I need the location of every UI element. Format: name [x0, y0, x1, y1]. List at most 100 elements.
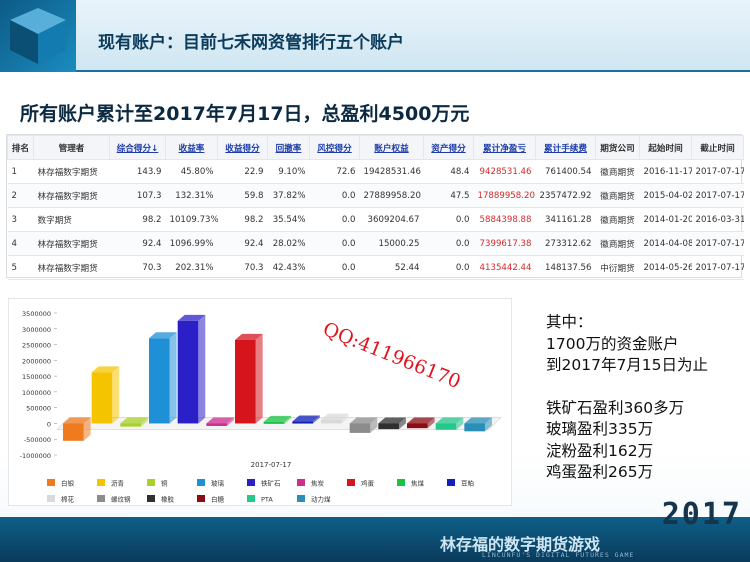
- legend-swatch-10: [97, 495, 105, 502]
- y-tick-label: -1000000: [20, 452, 51, 460]
- legend-swatch-3: [197, 479, 205, 486]
- bar-14: [464, 423, 485, 432]
- table-cell: 273312.62: [535, 231, 596, 256]
- table-cell: 徽商期货: [595, 183, 640, 208]
- table-header-row: 排名 管理者 综合得分↓ 收益率 收益得分 回撤率 风控得分 账户权益 资产得分…: [7, 135, 744, 160]
- bar-10: [349, 423, 371, 433]
- table-cell: 0.0: [309, 255, 360, 280]
- legend-label-0: 白银: [61, 479, 75, 488]
- table-row: 4 林存福数字期货 92.4 1096.99% 92.4 28.02% 0.0 15000.2…: [7, 231, 744, 256]
- legend-swatch-0: [47, 479, 55, 486]
- col-return-rate[interactable]: 收益率: [165, 135, 218, 160]
- bar-5: [206, 423, 227, 426]
- note-line: 鸡蛋盈利265万: [546, 463, 654, 481]
- table-cell: 2017-07-17: [691, 183, 744, 208]
- y-tick-label: 3500000: [22, 310, 51, 318]
- table-cell: 10109.73%: [165, 207, 218, 232]
- bar-side-6: [255, 333, 263, 424]
- legend-swatch-8: [447, 479, 455, 486]
- table-cell: 2017-07-17: [691, 255, 744, 280]
- table-cell: 143.9: [109, 159, 166, 184]
- table-cell: 林存福数字期货: [33, 255, 110, 280]
- brand-subtitle: LINCUNFU'S DIGITAL FUTURES GAME: [482, 551, 635, 559]
- y-tick-label: 500000: [26, 405, 51, 413]
- legend-label-14: 动力煤: [311, 495, 331, 504]
- chart-svg: 3500000 3000000 2500000 2000000 1500000 10000…: [20, 310, 502, 504]
- legend-label-3: 玻璃: [211, 479, 225, 488]
- y-tick-label: 2000000: [22, 357, 51, 365]
- table-cell: 林存福数字期货: [33, 159, 110, 184]
- slide-subtitle: 所有账户累计至2017年7月17日，总盈利4500万元: [20, 103, 470, 125]
- col-drawdown[interactable]: 回撤率: [267, 135, 310, 160]
- table-cell: 132.31%: [165, 183, 218, 208]
- table-row: 3 数字期货 98.2 10109.73% 98.2 35.54% 0.0 3609204.6…: [7, 207, 744, 232]
- table-cell: 2017-07-17: [691, 231, 744, 256]
- col-risk-score[interactable]: 风控得分: [309, 135, 360, 160]
- table-cell: 中衍期货: [595, 255, 640, 280]
- legend-label-6: 鸡蛋: [361, 479, 375, 488]
- note-line: 1700万的资金账户: [546, 334, 679, 353]
- legend-label-11: 橡胶: [161, 495, 175, 504]
- bar-12: [407, 423, 428, 429]
- table-cell: 35.54%: [267, 207, 310, 232]
- legend-swatch-11: [147, 495, 155, 502]
- note-line: 铁矿石盈利360多万: [546, 398, 685, 417]
- y-tick-label: 0: [47, 420, 51, 428]
- table-cell: 47.5: [423, 183, 474, 208]
- legend-swatch-7: [397, 479, 405, 486]
- header-bar: 现有账户：目前七禾网资管排行五个账户: [0, 0, 750, 72]
- table-row: 1 林存福数字期货 143.9 45.80% 22.9 9.10% 72.6 19428531…: [7, 159, 744, 184]
- table-cell: 98.2: [217, 207, 268, 232]
- bar-4: [177, 320, 199, 424]
- bar-9: [321, 419, 342, 424]
- table-cell: 2357472.92: [535, 183, 596, 208]
- legend-swatch-12: [197, 495, 205, 502]
- table-cell: 9.10%: [267, 159, 310, 184]
- y-tick-label: 3000000: [22, 326, 51, 334]
- bar-11: [378, 423, 399, 430]
- table-cell: 2014-01-20: [639, 207, 692, 232]
- table-cell: 2016-11-17: [639, 159, 692, 184]
- table-cell: 15000.25: [359, 231, 424, 256]
- bar-side-1: [112, 366, 120, 424]
- legend-label-9: 棉花: [61, 495, 75, 504]
- legend-label-8: 豆粕: [461, 479, 474, 488]
- table-cell: 徽商期货: [595, 207, 640, 232]
- legend-swatch-6: [347, 479, 355, 486]
- col-total-score[interactable]: 综合得分↓: [109, 135, 166, 160]
- brand-year: 2017: [661, 497, 742, 532]
- notes-text: 其中： 1700万的资金账户 到2017年7月15日为止 铁矿石盈利360多万 …: [546, 312, 708, 484]
- table-cell: 28.02%: [267, 231, 310, 256]
- table-cell: 3609204.67: [359, 207, 424, 232]
- legend-label-5: 焦炭: [311, 479, 325, 488]
- legend-swatch-13: [247, 495, 255, 502]
- table-cell: 1096.99%: [165, 231, 218, 256]
- table-cell: 2014-04-08: [639, 231, 692, 256]
- legend-label-2: 铜: [161, 479, 168, 488]
- col-net-pnl[interactable]: 累计净盈亏: [473, 135, 536, 160]
- table-cell: 3: [7, 207, 34, 232]
- col-equity[interactable]: 账户权益: [359, 135, 424, 160]
- table-cell: 202.31%: [165, 255, 218, 280]
- bar-2: [120, 423, 141, 427]
- y-tick-label: 2500000: [22, 342, 51, 350]
- note-line: 玻璃盈利335万: [546, 420, 654, 438]
- table-cell: 数字期货: [33, 207, 110, 232]
- table-cell: 0.0: [309, 183, 360, 208]
- table-cell: 37.82%: [267, 183, 310, 208]
- table-cell: 0.0: [423, 231, 474, 256]
- table-cell: 72.6: [309, 159, 360, 184]
- y-tick-label: 1000000: [22, 389, 51, 397]
- ranking-table: 排名 管理者 综合得分↓ 收益率 收益得分 回撤率 风控得分 账户权益 资产得分…: [6, 134, 744, 280]
- note-line: 淀粉盈利162万: [546, 441, 654, 460]
- col-return-score[interactable]: 收益得分: [217, 135, 268, 160]
- table-cell: 92.4: [217, 231, 268, 256]
- table-cell: 19428531.46: [359, 159, 424, 184]
- table-cell: 27889958.20: [359, 183, 424, 208]
- col-asset-score[interactable]: 资产得分: [423, 135, 474, 160]
- table-cell: 52.44: [359, 255, 424, 280]
- table-cell: 59.8: [217, 183, 268, 208]
- col-fees[interactable]: 累计手续费: [535, 135, 596, 160]
- table-cell: 0.0: [423, 207, 474, 232]
- table-cell: 92.4: [109, 231, 166, 256]
